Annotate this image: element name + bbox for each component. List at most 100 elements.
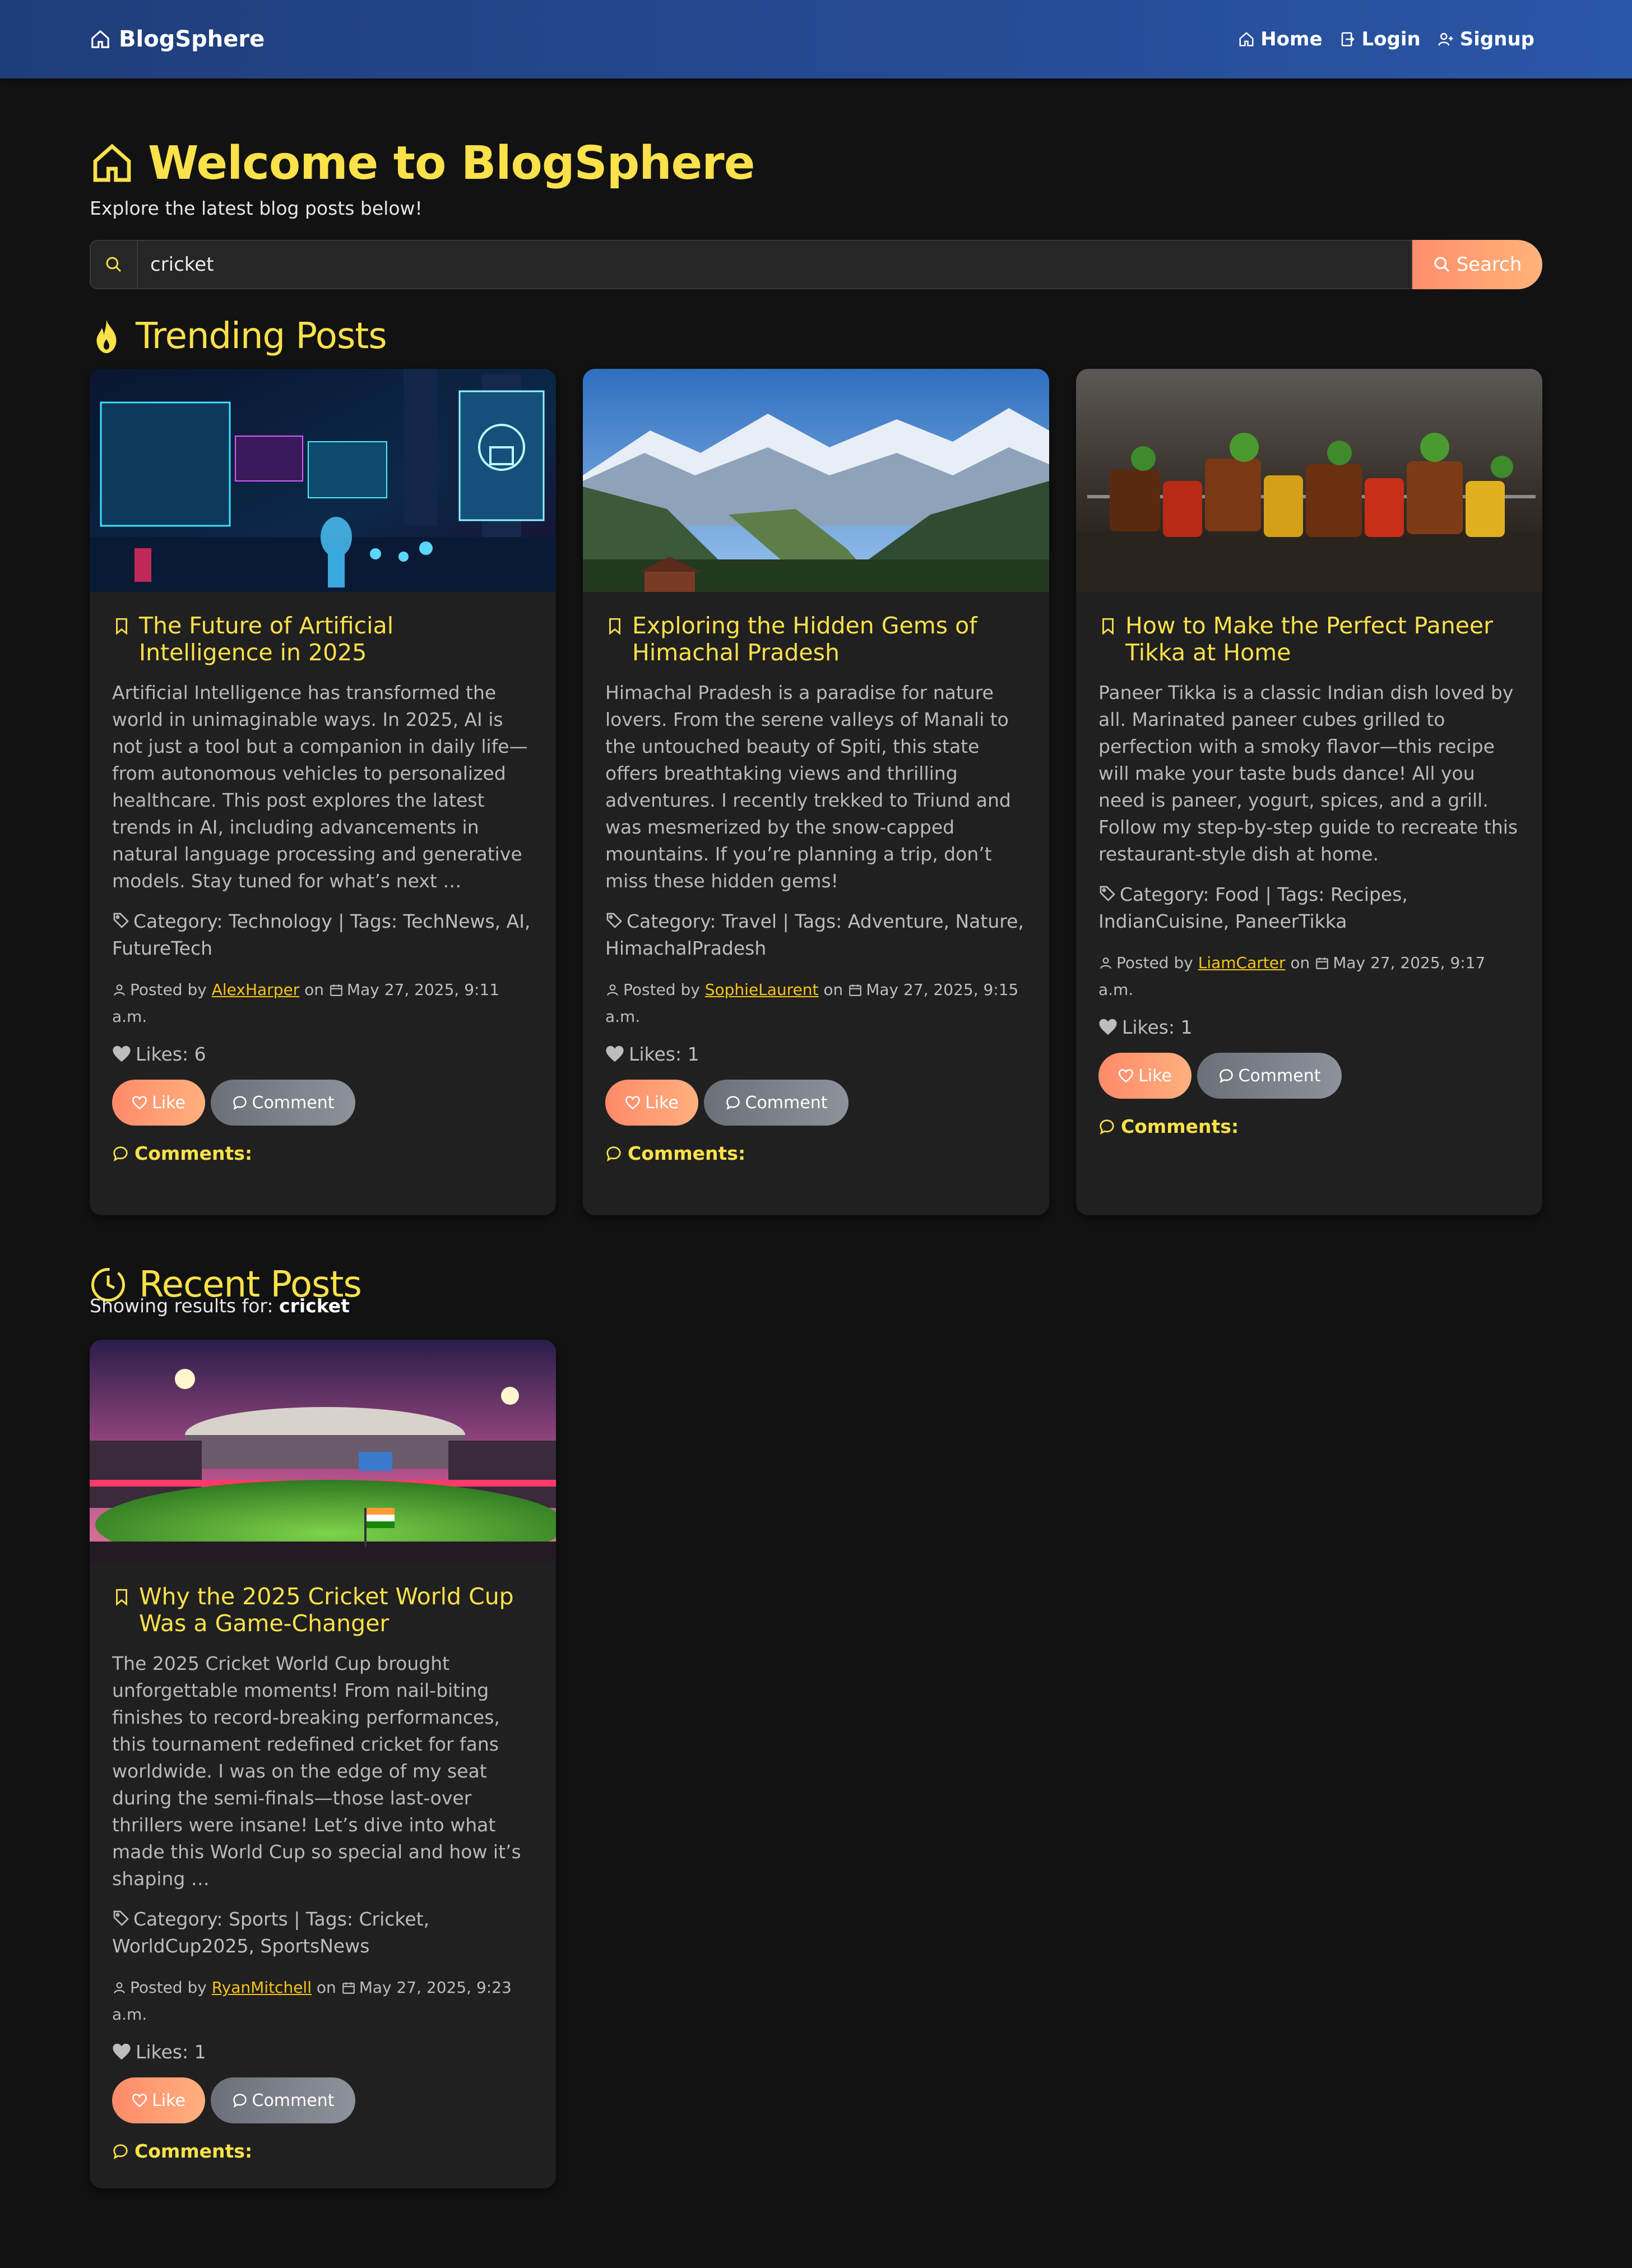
post-title-text: The Future of Artificial Intelligence in… bbox=[139, 612, 394, 666]
tag-icon bbox=[113, 913, 129, 928]
heart-outline-icon bbox=[132, 1096, 147, 1110]
comment-dots-icon bbox=[113, 1146, 128, 1161]
post-excerpt: Artificial Intelligence has transformed … bbox=[112, 682, 528, 892]
post-title-text: How to Make the Perfect Paneer Tikka at … bbox=[1125, 612, 1493, 666]
post-likes: Likes: 1 bbox=[605, 1040, 1027, 1067]
nav-login-link[interactable]: Login bbox=[1339, 28, 1421, 50]
search-button-label: Search bbox=[1456, 253, 1522, 276]
comment-button[interactable]: Comment bbox=[704, 1080, 849, 1126]
like-button-label: Like bbox=[152, 1093, 186, 1113]
comment-button-label: Comment bbox=[252, 2090, 335, 2110]
post-card: How to Make the Perfect Paneer Tikka at … bbox=[1076, 369, 1542, 1215]
post-title[interactable]: The Future of Artificial Intelligence in… bbox=[112, 612, 534, 666]
showing-prefix: Showing results for: bbox=[90, 1295, 273, 1317]
comments-heading-text: Comments: bbox=[628, 1142, 746, 1164]
user-icon bbox=[114, 984, 125, 996]
bookmark-icon bbox=[116, 618, 127, 635]
comment-button-label: Comment bbox=[1238, 1066, 1321, 1086]
search-results-note: Showing results for: cricket bbox=[90, 1295, 350, 1317]
post-title-text: Exploring the Hidden Gems of Himachal Pr… bbox=[632, 612, 977, 666]
comment-icon bbox=[233, 1096, 247, 1110]
post-actions: Like Comment bbox=[1098, 1053, 1520, 1099]
post-image-cricket bbox=[90, 1340, 556, 1563]
post-excerpt: Himachal Pradesh is a paradise for natur… bbox=[605, 682, 1011, 892]
comments-heading: Comments: bbox=[1098, 1116, 1520, 1137]
likes-count: Likes: 1 bbox=[1122, 1016, 1193, 1038]
like-button-label: Like bbox=[645, 1093, 679, 1113]
tag-icon bbox=[1100, 886, 1115, 901]
post-category-text: Category: Travel | Tags: Adventure, Natu… bbox=[605, 910, 1024, 959]
home-icon bbox=[91, 30, 109, 48]
nav-home-label: Home bbox=[1260, 28, 1323, 50]
like-button[interactable]: Like bbox=[112, 1080, 205, 1126]
likes-count: Likes: 1 bbox=[136, 2040, 206, 2063]
author-link[interactable]: RyanMitchell bbox=[212, 1978, 312, 1997]
nav-signup-link[interactable]: Signup bbox=[1438, 28, 1534, 50]
posted-by-label: Posted by bbox=[130, 980, 207, 999]
post-image-ai bbox=[90, 369, 556, 592]
post-likes: Likes: 1 bbox=[112, 2038, 534, 2065]
comment-dots-icon bbox=[113, 2144, 128, 2159]
author-link[interactable]: LiamCarter bbox=[1198, 954, 1286, 972]
post-excerpt: The 2025 Cricket World Cup brought unfor… bbox=[112, 1653, 521, 1890]
search-icon bbox=[106, 257, 122, 272]
post-category-text: Category: Technology | Tags: TechNews, A… bbox=[112, 910, 531, 959]
login-icon bbox=[1341, 32, 1355, 47]
on-label: on bbox=[316, 1978, 336, 1997]
search-input[interactable] bbox=[137, 240, 1412, 289]
post-byline: Posted by LiamCarter on May 27, 2025, 9:… bbox=[1098, 950, 1520, 1003]
comment-button[interactable]: Comment bbox=[1197, 1053, 1342, 1099]
comment-button-label: Comment bbox=[252, 1093, 335, 1113]
user-plus-icon bbox=[1438, 33, 1453, 46]
nav-signup-label: Signup bbox=[1459, 28, 1534, 50]
post-card: The Future of Artificial Intelligence in… bbox=[90, 369, 556, 1215]
tag-icon bbox=[113, 1910, 129, 1926]
heart-icon bbox=[1099, 1019, 1117, 1035]
user-icon bbox=[607, 984, 618, 996]
comment-icon bbox=[233, 2094, 247, 2108]
page-heading: Welcome to BlogSphere bbox=[148, 136, 755, 190]
author-link[interactable]: AlexHarper bbox=[212, 980, 299, 999]
comments-heading-text: Comments: bbox=[135, 2140, 253, 2162]
posted-by-label: Posted by bbox=[1116, 954, 1193, 972]
comments-heading-text: Comments: bbox=[135, 1142, 253, 1164]
post-category-tags: Category: Travel | Tags: Adventure, Natu… bbox=[605, 908, 1027, 962]
tag-icon bbox=[606, 913, 622, 928]
post-title[interactable]: How to Make the Perfect Paneer Tikka at … bbox=[1098, 612, 1520, 666]
like-button[interactable]: Like bbox=[1098, 1053, 1191, 1099]
bookmark-icon bbox=[609, 618, 620, 635]
heart-icon bbox=[113, 1045, 131, 1062]
post-actions: Like Comment bbox=[605, 1080, 1027, 1126]
likes-count: Likes: 6 bbox=[136, 1043, 206, 1065]
post-category-text: Category: Food | Tags: Recipes, IndianCu… bbox=[1098, 883, 1408, 932]
page-title: Welcome to BlogSphere bbox=[90, 132, 755, 194]
posted-by-label: Posted by bbox=[130, 1978, 207, 1997]
calendar-icon bbox=[342, 1982, 355, 1994]
brand-link[interactable]: BlogSphere bbox=[90, 24, 265, 55]
post-title[interactable]: Exploring the Hidden Gems of Himachal Pr… bbox=[605, 612, 1027, 666]
post-category-tags: Category: Food | Tags: Recipes, IndianCu… bbox=[1098, 881, 1520, 935]
author-link[interactable]: SophieLaurent bbox=[705, 980, 819, 999]
page-subtitle: Explore the latest blog posts below! bbox=[90, 197, 423, 219]
like-button[interactable]: Like bbox=[605, 1080, 698, 1126]
calendar-icon bbox=[330, 984, 342, 996]
nav-home-link[interactable]: Home bbox=[1238, 28, 1323, 50]
post-likes: Likes: 6 bbox=[112, 1040, 534, 1067]
posted-by-label: Posted by bbox=[623, 980, 700, 999]
search-icon bbox=[1434, 257, 1449, 272]
bookmark-icon bbox=[1102, 618, 1114, 635]
comment-button[interactable]: Comment bbox=[211, 2077, 355, 2123]
search-button[interactable]: Search bbox=[1412, 240, 1542, 289]
fire-icon bbox=[96, 320, 117, 353]
post-byline: Posted by RyanMitchell on May 27, 2025, … bbox=[112, 1974, 534, 2028]
post-image-himachal bbox=[583, 369, 1049, 592]
bookmark-icon bbox=[116, 1589, 127, 1606]
search-icon-box bbox=[90, 240, 137, 289]
calendar-icon bbox=[849, 984, 862, 996]
post-category-tags: Category: Sports | Tags: Cricket, WorldC… bbox=[112, 1906, 534, 1960]
like-button[interactable]: Like bbox=[112, 2077, 205, 2123]
post-title[interactable]: Why the 2025 Cricket World Cup Was a Gam… bbox=[112, 1583, 534, 1637]
comment-button[interactable]: Comment bbox=[211, 1080, 355, 1126]
heart-outline-icon bbox=[132, 2094, 147, 2108]
like-button-label: Like bbox=[152, 2090, 186, 2110]
